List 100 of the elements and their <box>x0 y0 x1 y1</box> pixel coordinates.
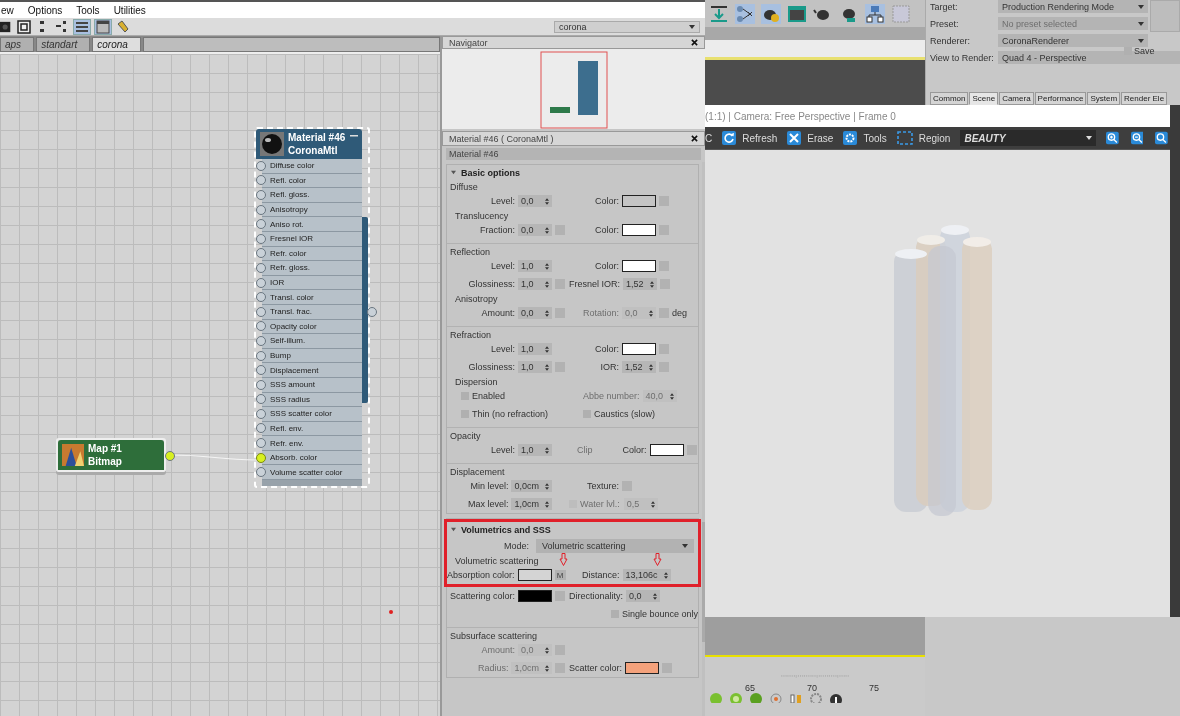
setting-dropdown[interactable]: CoronaRenderer <box>998 34 1148 47</box>
material-node[interactable] <box>254 127 370 489</box>
zoom-in-icon[interactable] <box>1105 131 1119 145</box>
spinner-arrows-icon[interactable] <box>545 363 549 371</box>
pencil-icon[interactable] <box>116 19 130 34</box>
settings-tab[interactable]: Performance <box>1034 92 1087 105</box>
spinner-arrows-icon[interactable] <box>545 446 549 454</box>
menu-item[interactable]: Options <box>27 4 63 16</box>
color-swatch[interactable] <box>518 590 552 602</box>
editor-tab[interactable]: aps <box>0 37 35 52</box>
channel-dropdown[interactable]: BEAUTY <box>960 130 1096 146</box>
input-socket[interactable] <box>256 467 266 478</box>
view-dropdown[interactable]: corona <box>554 20 700 33</box>
spinner-field[interactable]: 0,0 <box>626 590 661 602</box>
spinner-field[interactable]: 1,0 <box>518 260 552 272</box>
toolbar-button[interactable]: Erase <box>787 131 834 145</box>
input-socket[interactable] <box>256 365 266 376</box>
download-icon[interactable] <box>709 3 729 24</box>
color-swatch[interactable] <box>622 343 656 355</box>
expand-caret-icon[interactable] <box>451 170 456 175</box>
input-socket[interactable] <box>256 190 266 200</box>
spinner-field[interactable]: 0,0 <box>518 195 552 207</box>
spinner-arrows-icon[interactable] <box>545 482 549 490</box>
toolbar-button[interactable]: Tools <box>843 131 887 145</box>
input-socket[interactable] <box>256 292 266 303</box>
spinner-arrows-icon[interactable] <box>650 280 654 288</box>
color-swatch[interactable] <box>622 260 656 272</box>
input-socket[interactable] <box>256 394 266 405</box>
settings-tab[interactable]: Common <box>930 92 969 105</box>
editor-tab[interactable]: corona <box>92 37 141 52</box>
input-socket[interactable] <box>256 204 266 215</box>
checkbox[interactable] <box>1124 47 1132 55</box>
toolbar-icon[interactable] <box>0 19 12 34</box>
input-socket[interactable] <box>256 248 266 259</box>
spinner-arrows-icon[interactable] <box>545 280 549 288</box>
toolbar-button[interactable]: C <box>705 132 713 144</box>
settings-tab[interactable]: Render Ele <box>1121 92 1168 105</box>
rollout-title[interactable]: Volumetrics and SSS <box>461 524 551 535</box>
spinner-field[interactable]: 1,52 <box>623 278 657 290</box>
node-graph-icon[interactable] <box>735 3 755 24</box>
expand-caret-icon[interactable] <box>451 527 456 532</box>
color-swatch[interactable] <box>622 195 656 207</box>
input-socket[interactable] <box>256 262 266 273</box>
spinner-field[interactable]: 0,0 <box>518 224 552 236</box>
spinner-field[interactable]: 1,0 <box>518 278 552 290</box>
spinner-arrows-icon[interactable] <box>649 363 653 371</box>
input-socket[interactable] <box>256 452 266 463</box>
spinner-field[interactable]: 13,106c <box>622 569 671 581</box>
scrollbar-thumb[interactable] <box>702 522 705 642</box>
spinner-field[interactable]: 1,0cm <box>511 498 552 510</box>
close-icon[interactable] <box>691 39 698 46</box>
menu-item[interactable]: Tools <box>76 4 100 16</box>
input-socket[interactable] <box>256 438 266 449</box>
spinner-arrows-icon[interactable] <box>545 262 549 270</box>
zoom-fit-icon[interactable] <box>1155 131 1168 145</box>
input-socket[interactable] <box>256 160 266 171</box>
color-swatch[interactable] <box>622 224 656 236</box>
toolbar-button[interactable]: Region <box>896 131 951 145</box>
spinner-arrows-icon[interactable] <box>545 500 549 508</box>
input-socket[interactable] <box>256 350 266 361</box>
input-socket[interactable] <box>256 321 266 332</box>
spinner-arrows-icon[interactable] <box>663 571 668 579</box>
render-window-icon[interactable] <box>787 3 807 24</box>
map-node[interactable]: Map #1 Bitmap <box>56 438 166 472</box>
material-name-field[interactable]: Material #46 <box>446 148 701 160</box>
spinner-field[interactable]: 1,52 <box>622 361 656 373</box>
zoom-out-icon[interactable] <box>1130 131 1144 145</box>
input-socket[interactable] <box>256 408 266 419</box>
spinner-arrows-icon[interactable] <box>653 592 658 600</box>
input-socket[interactable] <box>256 175 266 186</box>
editor-tab[interactable]: standart <box>36 37 91 52</box>
map-slot[interactable]: M <box>554 570 566 580</box>
spinner-arrows-icon[interactable] <box>545 197 549 205</box>
spinner-arrows-icon[interactable] <box>545 309 549 317</box>
toolbar-icon[interactable] <box>17 19 31 34</box>
spinner-arrows-icon[interactable] <box>545 345 549 353</box>
info-icon[interactable] <box>829 693 843 703</box>
menu-item[interactable]: Utilities <box>113 4 146 16</box>
settings-tab[interactable]: Camera <box>999 92 1034 105</box>
input-socket[interactable] <box>256 277 266 288</box>
layout-icon[interactable] <box>55 19 69 34</box>
setting-dropdown[interactable]: Production Rendering Mode <box>998 0 1148 13</box>
input-socket[interactable] <box>256 335 266 346</box>
color-swatch[interactable] <box>625 662 660 674</box>
output-socket[interactable] <box>367 307 377 317</box>
color-swatch[interactable] <box>649 444 684 456</box>
input-socket[interactable] <box>256 423 266 434</box>
rollout-title[interactable]: Basic options <box>461 167 520 178</box>
settings-tab[interactable]: Scene <box>969 92 999 105</box>
input-socket[interactable] <box>256 306 266 317</box>
spinner-field[interactable]: 0,0 <box>518 307 552 319</box>
output-socket[interactable] <box>165 451 175 461</box>
hierarchy-icon[interactable] <box>865 3 885 24</box>
spinner-field[interactable]: 0,0cm <box>511 480 552 492</box>
window-icon[interactable] <box>95 19 111 34</box>
menu-item[interactable]: ew <box>1 4 14 16</box>
toolbar-button[interactable]: Refresh <box>722 131 778 145</box>
mode-dropdown[interactable]: Volumetric scattering <box>536 539 695 553</box>
spinner-field[interactable]: 1,0 <box>518 444 552 456</box>
spinner-field[interactable]: 1,0 <box>518 361 552 373</box>
